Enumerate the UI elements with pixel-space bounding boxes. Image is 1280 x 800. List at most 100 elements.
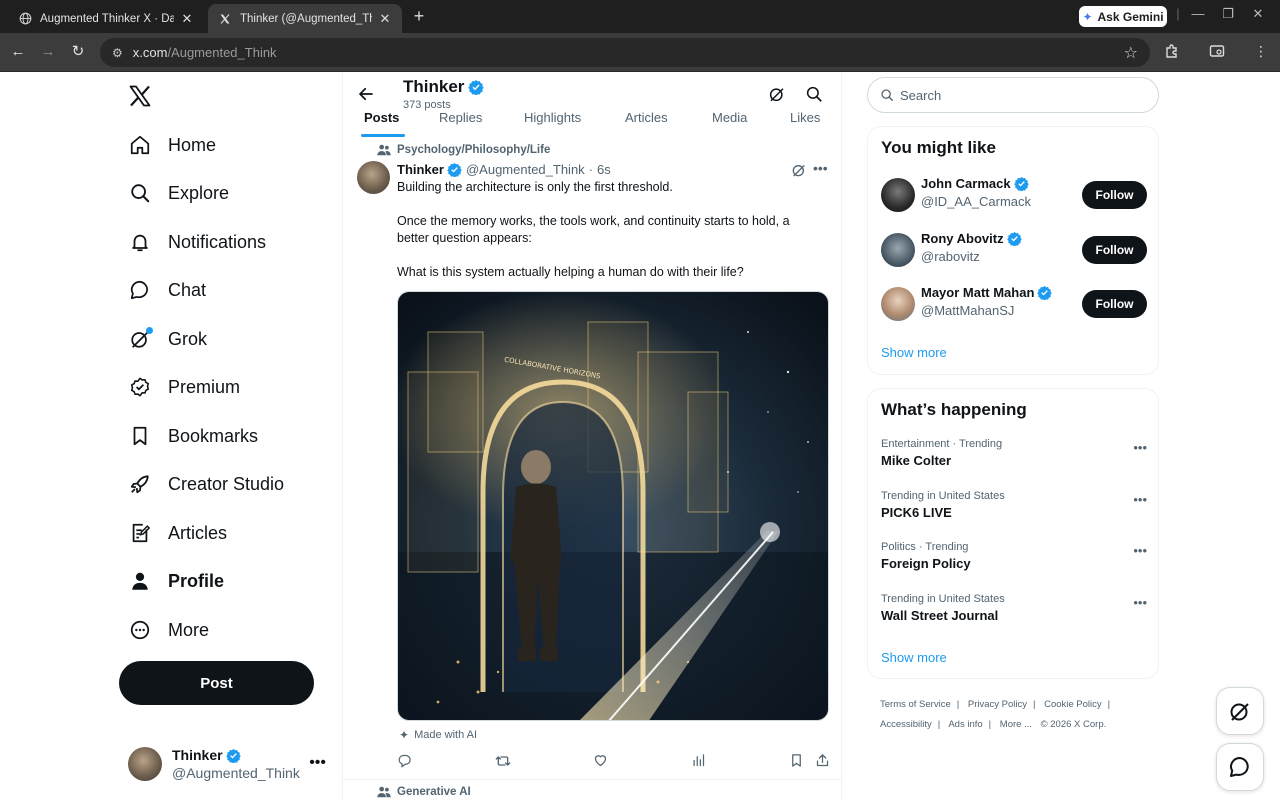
close-window-icon[interactable]: ✕	[1248, 6, 1268, 22]
ask-gemini-button[interactable]: ✦ Ask Gemini	[1079, 6, 1167, 27]
social-context[interactable]: Generative AI	[377, 786, 471, 798]
show-more-link[interactable]: Show more	[881, 345, 947, 360]
like-heart-icon[interactable]	[593, 753, 609, 769]
cast-search-icon[interactable]	[1208, 43, 1226, 61]
tweet-author[interactable]: Thinker @Augmented_Think · 6s	[397, 162, 611, 177]
follow-button[interactable]: Follow	[1082, 236, 1147, 264]
nav-explore[interactable]: Explore	[128, 173, 229, 213]
ai-artwork-image: COLLABORATIVE HORIZONS	[398, 292, 828, 720]
restore-icon[interactable]: ❐	[1218, 6, 1238, 22]
nav-more[interactable]: More	[128, 610, 209, 650]
tweet-image[interactable]: COLLABORATIVE HORIZONS	[397, 291, 829, 721]
suggestion-row[interactable]: Rony Abovitz @rabovitz Follow	[881, 230, 1147, 270]
account-name: Thinker	[172, 747, 223, 763]
show-more-link[interactable]: Show more	[881, 650, 947, 665]
tab-replies[interactable]: Replies	[439, 110, 482, 125]
grok-icon[interactable]	[791, 162, 807, 178]
back-icon[interactable]: ←	[8, 42, 28, 62]
nav-premium[interactable]: Premium	[128, 367, 240, 407]
chat-bubble-icon	[1230, 757, 1249, 777]
tweet-time[interactable]: 6s	[597, 162, 611, 177]
grok-floating-button[interactable]	[1216, 687, 1264, 735]
share-icon[interactable]	[815, 753, 831, 769]
follow-button[interactable]: Follow	[1082, 290, 1147, 318]
nav-chat[interactable]: Chat	[128, 270, 206, 310]
nav-articles[interactable]: Articles	[128, 513, 227, 553]
author-handle: @Augmented_Think	[465, 162, 585, 177]
trend-item[interactable]: Trending in United States Wall Street Jo…	[881, 593, 1147, 633]
trend-item[interactable]: Entertainment · Trending Mike Colter •••	[881, 438, 1147, 478]
search-input[interactable]: Search	[867, 77, 1159, 113]
social-context[interactable]: Psychology/Philosophy/Life	[377, 144, 550, 156]
browser-menu-icon[interactable]: ⋮	[1252, 43, 1270, 61]
suggestion-row[interactable]: John Carmack @ID_AA_Carmack Follow	[881, 175, 1147, 215]
tab-title: Thinker (@Augmented_Think) /	[240, 12, 372, 25]
browser-tab-1[interactable]: Augmented Thinker X · Daily Po ✕	[8, 4, 204, 33]
sparkle-icon: ✦	[399, 728, 410, 742]
trend-item[interactable]: Politics · Trending Foreign Policy •••	[881, 541, 1147, 581]
new-tab-icon[interactable]: +	[410, 6, 428, 26]
more-dots-icon[interactable]: •••	[309, 754, 326, 772]
forward-icon[interactable]: →	[38, 42, 58, 62]
nav-profile[interactable]: Profile	[128, 561, 224, 601]
more-dots-icon[interactable]: •••	[813, 160, 828, 176]
tweet-text: Building the architecture is only the fi…	[397, 180, 790, 279]
more-dots-icon[interactable]: •••	[1133, 492, 1147, 507]
nav-grok[interactable]: Grok	[128, 319, 207, 359]
bookmark-icon	[128, 424, 152, 448]
community-icon	[377, 786, 391, 798]
tab-posts[interactable]: Posts	[364, 110, 399, 125]
tab-articles[interactable]: Articles	[625, 110, 668, 125]
more-dots-icon[interactable]: •••	[1133, 440, 1147, 455]
nav-notifications[interactable]: Notifications	[128, 222, 266, 262]
bookmark-star-icon[interactable]: ☆	[1124, 43, 1138, 63]
tab-close-icon[interactable]: ✕	[180, 11, 194, 27]
bookmark-icon[interactable]	[789, 753, 805, 769]
account-switcher[interactable]: Thinker @Augmented_Think •••	[128, 744, 334, 784]
avatar	[128, 747, 162, 781]
x-logo-icon[interactable]	[128, 84, 154, 110]
views-chart-icon[interactable]	[691, 753, 707, 769]
suggestion-row[interactable]: Mayor Matt Mahan @MattMahanSJ Follow	[881, 284, 1147, 324]
nav-creator-studio[interactable]: Creator Studio	[128, 464, 284, 504]
card-title: You might like	[881, 138, 996, 157]
tab-media[interactable]: Media	[712, 110, 747, 125]
search-icon	[881, 89, 893, 101]
tab-close-icon[interactable]: ✕	[378, 11, 392, 27]
verified-badge-icon	[1006, 231, 1022, 246]
person-icon	[128, 569, 152, 593]
nav-bookmarks[interactable]: Bookmarks	[128, 416, 258, 456]
trend-item[interactable]: Trending in United States PICK6 LIVE •••	[881, 490, 1147, 530]
chat-floating-button[interactable]	[1216, 743, 1264, 791]
premium-badge-icon	[128, 375, 152, 399]
reload-icon[interactable]: ↻	[68, 42, 88, 62]
address-bar[interactable]: ⚙ x.com/Augmented_Think ☆	[100, 38, 1150, 67]
nav-home[interactable]: Home	[128, 125, 216, 165]
minimize-icon[interactable]: —	[1188, 6, 1208, 21]
more-dots-icon[interactable]: •••	[1133, 543, 1147, 558]
verified-badge-icon	[225, 748, 241, 763]
browser-tab-2[interactable]: Thinker (@Augmented_Think) / ✕	[208, 4, 402, 33]
repost-icon[interactable]	[495, 753, 511, 769]
chat-bubble-icon	[128, 278, 152, 302]
reply-icon[interactable]	[397, 753, 413, 769]
more-dots-icon[interactable]: •••	[1133, 595, 1147, 610]
made-with-ai-label[interactable]: ✦ Made with AI	[399, 728, 477, 742]
bell-icon	[128, 230, 152, 254]
tab-likes[interactable]: Likes	[790, 110, 820, 125]
search-icon[interactable]	[805, 85, 823, 103]
follow-button[interactable]: Follow	[1082, 181, 1147, 209]
site-info-icon[interactable]: ⚙	[112, 46, 123, 60]
verified-badge-icon	[1013, 176, 1029, 191]
extensions-icon[interactable]	[1163, 43, 1181, 61]
left-navigation: Home Explore Notifications Chat Grok Pre…	[0, 73, 342, 800]
rocket-icon	[128, 472, 152, 496]
community-icon	[377, 144, 391, 156]
gemini-sparkle-icon: ✦	[1082, 9, 1093, 24]
profile-header: Thinker 373 posts Posts Replies Highligh…	[343, 73, 841, 137]
post-button[interactable]: Post	[119, 661, 314, 705]
grok-icon[interactable]	[768, 85, 786, 103]
back-arrow-icon[interactable]	[357, 85, 375, 103]
tab-highlights[interactable]: Highlights	[524, 110, 581, 125]
avatar[interactable]	[357, 161, 390, 194]
